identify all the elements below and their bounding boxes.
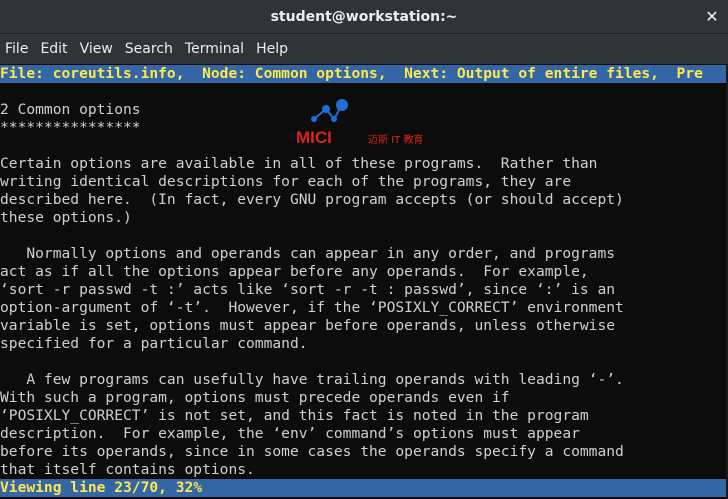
text-line: With such a program, options must preced… <box>0 389 510 406</box>
text-line: variable is set, options must appear bef… <box>0 317 616 334</box>
logo-tagline-text: 迈斯 IT 教育 <box>368 133 423 146</box>
text-line: Certain options are available in all of … <box>0 155 598 172</box>
text-line: Normally options and operands can appear… <box>0 245 616 262</box>
status-line: Viewing line 23/70, 32% <box>0 479 728 497</box>
menu-view[interactable]: View <box>74 34 119 64</box>
mici-logo-watermark: MICI 迈斯 IT 教育 <box>296 99 423 147</box>
text-line <box>0 353 728 371</box>
close-icon[interactable]: ✕ <box>702 7 722 27</box>
menu-terminal[interactable]: Terminal <box>179 34 250 64</box>
text-line: that itself contains options. <box>0 461 255 478</box>
text-line: option-argument of ‘-t’. However, if the… <box>0 299 624 316</box>
menu-search[interactable]: Search <box>119 34 179 64</box>
menu-bar: File Edit View Search Terminal Help <box>0 34 728 64</box>
menu-help[interactable]: Help <box>250 34 294 64</box>
text-line: specified for a particular command. <box>0 335 308 352</box>
info-node-header: File: coreutils.info, Node: Common optio… <box>0 65 728 83</box>
menu-file[interactable]: File <box>0 34 34 64</box>
text-line: description. For example, the ‘env’ comm… <box>0 425 580 442</box>
text-line: these options.) <box>0 209 132 226</box>
logo-brand-text: MICI <box>296 128 332 147</box>
title-bar: student@workstation:~ ✕ <box>0 0 728 34</box>
menu-edit[interactable]: Edit <box>34 34 73 64</box>
network-nodes-icon <box>311 99 348 122</box>
terminal-window: student@workstation:~ ✕ File Edit View S… <box>0 0 728 499</box>
text-line: ‘sort -r passwd -t :’ acts like ‘sort -r… <box>0 281 616 298</box>
text-line: before its operands, since in some cases… <box>0 443 624 460</box>
text-line: ‘POSIXLY_CORRECT’ is not set, and this f… <box>0 407 589 424</box>
text-line: writing identical descriptions for each … <box>0 173 572 190</box>
text-line: A few programs can usefully have trailin… <box>0 371 624 388</box>
text-line: act as if all the options appear before … <box>0 263 589 280</box>
text-line <box>0 227 728 245</box>
text-line: described here. (In fact, every GNU prog… <box>0 191 624 208</box>
window-title: student@workstation:~ <box>270 8 458 25</box>
